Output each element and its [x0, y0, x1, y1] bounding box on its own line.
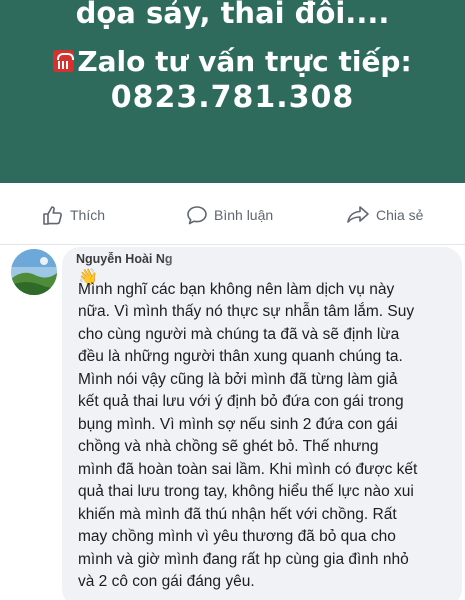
banner-line-2-text: Zalo tư vấn trực tiếp:	[77, 45, 412, 78]
avatar[interactable]	[11, 249, 57, 295]
post-image-banner[interactable]: dọa sảy, thai đôi.... Zalo tư vấn trực t…	[0, 0, 465, 183]
comment-text-line: và 2 cô con gái đáng yêu.	[78, 573, 255, 590]
comment-text-line: chồng và nhà chồng sẽ ghét bỏ. Thế nhưng	[78, 438, 379, 455]
telephone-icon	[53, 50, 75, 72]
like-label: Thích	[70, 207, 106, 223]
post-action-bar: Thích Bình luận Chia sẻ	[0, 183, 465, 245]
comment-text-line: Mình nghĩ các bạn không nên làm dịch vụ …	[78, 281, 395, 298]
speech-bubble-icon	[187, 206, 207, 225]
comment-text-line: nữa. Vì mình thấy nó thực sự nhẫn tâm lắ…	[78, 303, 415, 320]
banner-line-1: dọa sảy, thai đôi....	[75, 0, 390, 30]
banner-line-2: Zalo tư vấn trực tiếp:	[0, 45, 465, 78]
banner-phone-number: 0823.781.308	[110, 80, 355, 115]
comment-text-line: khiến mà mình đã thú nhận hết với chồng.…	[78, 506, 397, 523]
author-name-blur	[160, 248, 280, 268]
comment-text-line: đều là những người thân xung quanh chúng…	[78, 348, 403, 365]
comment-label: Bình luận	[214, 207, 274, 223]
comment-text-line: mình đã hoàn toàn sai lầm. Khi mình có đ…	[78, 461, 418, 478]
comment-text-line: quả thai lưu trong tay, không hiểu thế l…	[78, 483, 414, 500]
share-arrow-icon	[347, 206, 369, 223]
thumbs-up-icon	[43, 206, 62, 225]
comment-text-line: bụng mình. Vì mình sợ nếu sinh 2 đứa con…	[78, 416, 398, 433]
comment-text-line: may chồng mình vì yêu thương đã bỏ qua c…	[78, 528, 396, 545]
comment-button[interactable]: Bình luận	[186, 204, 273, 226]
avatar-landscape-image	[11, 249, 57, 295]
comment-text-line: mình và giờ mình đang rất hp cùng gia đì…	[78, 551, 409, 568]
share-button[interactable]: Chia sẻ	[346, 204, 423, 226]
share-label: Chia sẻ	[376, 207, 424, 223]
comment-text-line: Mình nói vậy cũng là bởi mình đã từng là…	[78, 371, 398, 388]
comment-text-line: cho cùng người mà chúng ta đã và sẽ định…	[78, 326, 400, 343]
comment-text-line: kết quả thai lưu với ý định bỏ đứa con g…	[78, 393, 404, 410]
like-button[interactable]: Thích	[42, 204, 105, 226]
